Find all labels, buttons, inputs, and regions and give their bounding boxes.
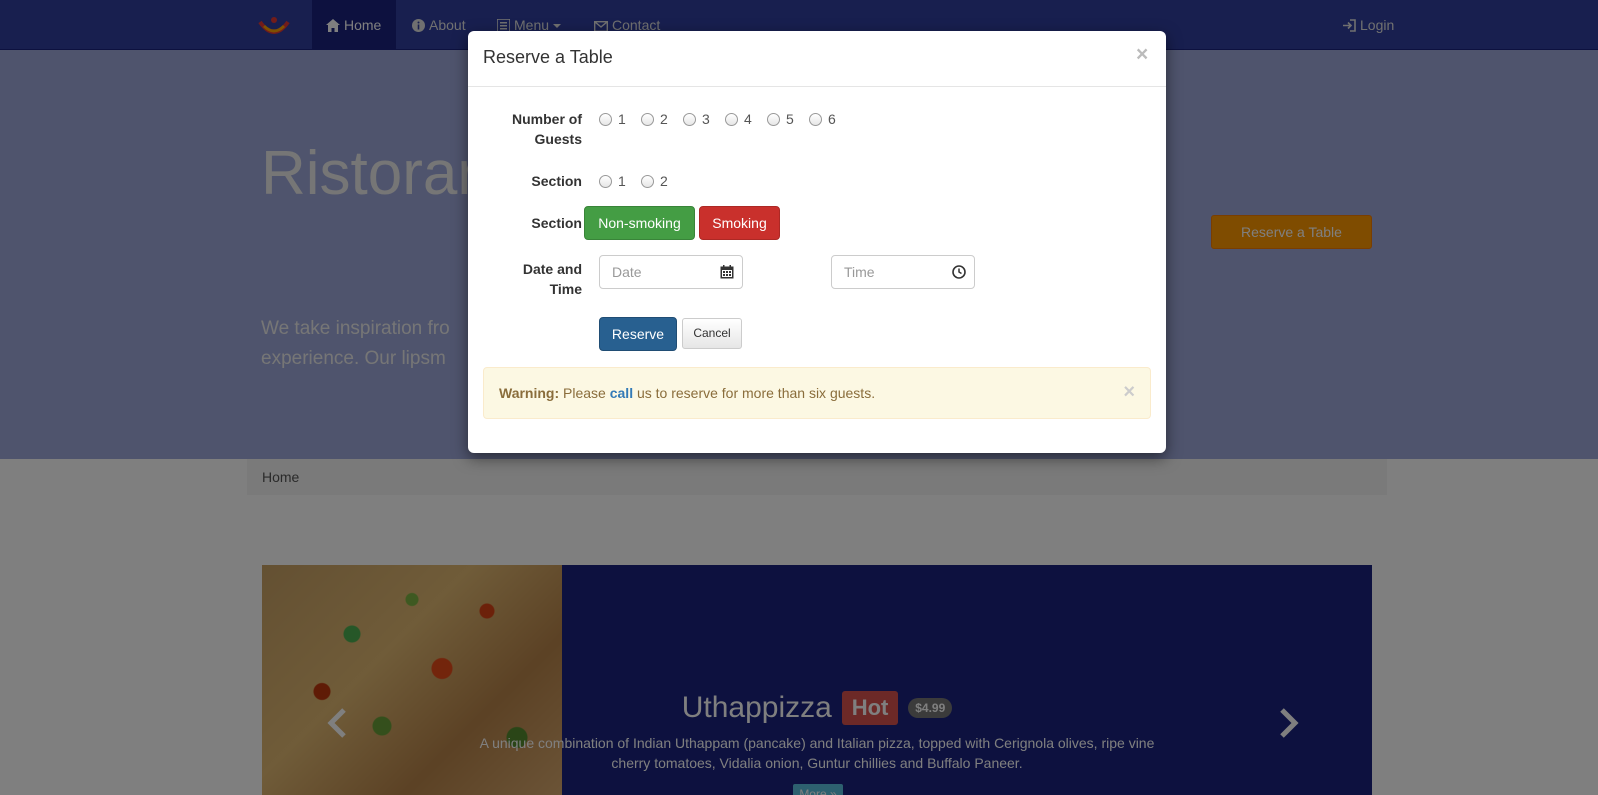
radio-circle[interactable]	[641, 175, 654, 188]
alert-close-icon[interactable]: ×	[1123, 368, 1135, 416]
alert-strong: Warning:	[499, 385, 560, 401]
guests-label: Number of Guests	[468, 109, 582, 149]
date-input[interactable]: Date	[599, 255, 743, 289]
section-radio-2[interactable]: 2	[641, 171, 668, 191]
warning-alert: Warning: Please call us to reserve for m…	[483, 367, 1151, 419]
radio-circle[interactable]	[641, 113, 654, 126]
reserve-button[interactable]: Reserve	[599, 317, 677, 351]
radio-label: 3	[702, 111, 710, 127]
call-link[interactable]: call	[610, 385, 633, 401]
guests-radio-1[interactable]: 1	[599, 109, 626, 129]
radio-label: 1	[618, 173, 626, 189]
modal-title: Reserve a Table	[483, 47, 613, 67]
guests-radio-6[interactable]: 6	[809, 109, 836, 129]
guests-label-line2: Guests	[534, 131, 582, 147]
radio-label: 2	[660, 173, 668, 189]
alert-text-before: Please	[559, 385, 610, 401]
radio-label: 4	[744, 111, 752, 127]
radio-label: 6	[828, 111, 836, 127]
calendar-icon[interactable]	[720, 265, 734, 279]
guests-radio-3[interactable]: 3	[683, 109, 710, 129]
non-smoking-button[interactable]: Non-smoking	[584, 206, 695, 240]
clock-icon[interactable]	[952, 265, 966, 279]
date-placeholder: Date	[612, 264, 642, 280]
radio-label: 1	[618, 111, 626, 127]
guests-radio-4[interactable]: 4	[725, 109, 752, 129]
reserve-modal: Reserve a Table × Number of Guests 1 2 3…	[468, 31, 1166, 453]
cancel-button[interactable]: Cancel	[682, 318, 742, 349]
close-icon[interactable]: ×	[1136, 43, 1148, 67]
datetime-label-line1: Date and	[522, 261, 582, 277]
radio-circle[interactable]	[599, 113, 612, 126]
radio-circle[interactable]	[725, 113, 738, 126]
time-placeholder: Time	[844, 264, 875, 280]
modal-header: Reserve a Table ×	[468, 31, 1166, 87]
radio-circle[interactable]	[683, 113, 696, 126]
datetime-label-line2: Time	[549, 281, 582, 297]
radio-circle[interactable]	[767, 113, 780, 126]
section-radio-1[interactable]: 1	[599, 171, 626, 191]
radio-label: 5	[786, 111, 794, 127]
section-label: Section	[531, 173, 582, 189]
alert-text-after: us to reserve for more than six guests.	[633, 385, 876, 401]
guests-label-line1: Number of	[512, 111, 582, 127]
radio-circle[interactable]	[599, 175, 612, 188]
section-buttons-label: Section	[531, 215, 582, 231]
guests-radio-2[interactable]: 2	[641, 109, 668, 129]
guests-radio-5[interactable]: 5	[767, 109, 794, 129]
datetime-label: Date and Time	[468, 259, 582, 299]
time-input[interactable]: Time	[831, 255, 975, 289]
smoking-button[interactable]: Smoking	[699, 206, 780, 240]
radio-circle[interactable]	[809, 113, 822, 126]
radio-label: 2	[660, 111, 668, 127]
